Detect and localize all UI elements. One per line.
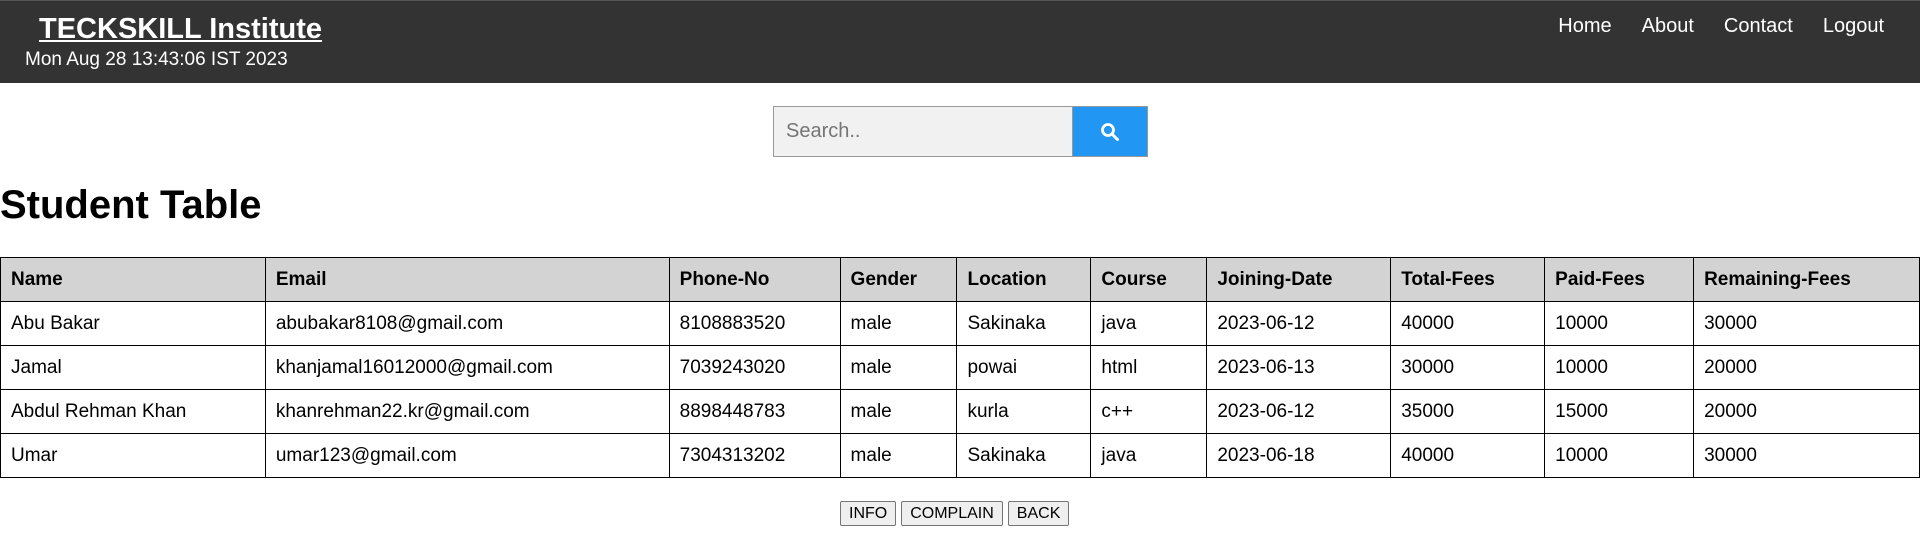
nav-about-link[interactable]: About xyxy=(1642,15,1694,38)
table-cell: male xyxy=(839,301,958,346)
table-cell: 10000 xyxy=(1544,345,1695,390)
table-cell: 20000 xyxy=(1693,345,1920,390)
table-cell: male xyxy=(839,433,958,478)
brand-link[interactable]: TECKSKILL Institute xyxy=(39,13,322,46)
info-button[interactable]: INFO xyxy=(840,501,897,526)
column-header: Joining-Date xyxy=(1206,257,1392,302)
column-header: Name xyxy=(0,257,266,302)
table-cell: 40000 xyxy=(1390,433,1546,478)
search-icon xyxy=(1101,122,1119,141)
table-cell: Umar xyxy=(0,433,266,478)
table-cell: 35000 xyxy=(1390,389,1546,434)
column-header: Location xyxy=(956,257,1092,302)
table-row: Abu Bakar abubakar8108@gmail.com 8108883… xyxy=(0,301,1920,346)
table-cell: Abdul Rehman Khan xyxy=(0,389,266,434)
table-cell: umar123@gmail.com xyxy=(264,433,670,478)
table-cell: 20000 xyxy=(1693,389,1920,434)
table-cell: java xyxy=(1090,301,1208,346)
table-header-row: Name Email Phone-No Gender Location Cour… xyxy=(0,257,1920,302)
column-header: Course xyxy=(1090,257,1208,302)
search-input[interactable] xyxy=(773,106,1073,157)
nav-home-link[interactable]: Home xyxy=(1558,15,1611,38)
table-cell: c++ xyxy=(1090,389,1208,434)
table-cell: male xyxy=(839,389,958,434)
table-cell: 2023-06-12 xyxy=(1206,301,1392,346)
column-header: Gender xyxy=(839,257,958,302)
top-navbar: TECKSKILL Institute Mon Aug 28 13:43:06 … xyxy=(0,0,1920,83)
column-header: Paid-Fees xyxy=(1544,257,1695,302)
table-cell: powai xyxy=(956,345,1092,390)
nav-menu: Home About Contact Logout xyxy=(1528,15,1884,38)
table-cell: Abu Bakar xyxy=(0,301,266,346)
column-header: Total-Fees xyxy=(1390,257,1546,302)
table-cell: 30000 xyxy=(1693,301,1920,346)
table-cell: 10000 xyxy=(1544,301,1695,346)
table-cell: 15000 xyxy=(1544,389,1695,434)
table-row: Umar umar123@gmail.com 7304313202 male S… xyxy=(0,433,1920,478)
action-buttons: INFO COMPLAIN BACK xyxy=(840,501,1070,526)
table-cell: khanjamal16012000@gmail.com xyxy=(264,345,670,390)
nav-contact-link[interactable]: Contact xyxy=(1724,15,1793,38)
table-cell: 2023-06-13 xyxy=(1206,345,1392,390)
search-button[interactable] xyxy=(1073,106,1148,157)
column-header: Phone-No xyxy=(668,257,841,302)
table-cell: abubakar8108@gmail.com xyxy=(264,301,670,346)
back-button[interactable]: BACK xyxy=(1007,501,1070,526)
table-cell: html xyxy=(1090,345,1208,390)
table-cell: 8898448783 xyxy=(668,389,841,434)
complain-button[interactable]: COMPLAIN xyxy=(901,501,1003,526)
table-cell: 2023-06-18 xyxy=(1206,433,1392,478)
table-cell: 10000 xyxy=(1544,433,1695,478)
column-header: Email xyxy=(264,257,670,302)
table-cell: 7039243020 xyxy=(668,345,841,390)
table-cell: Sakinaka xyxy=(956,433,1092,478)
table-cell: 7304313202 xyxy=(668,433,841,478)
column-header: Remaining-Fees xyxy=(1693,257,1920,302)
table-cell: khanrehman22.kr@gmail.com xyxy=(264,389,670,434)
table-row: Abdul Rehman Khan khanrehman22.kr@gmail.… xyxy=(0,389,1920,434)
table-cell: 40000 xyxy=(1390,301,1546,346)
table-cell: 30000 xyxy=(1693,433,1920,478)
table-cell: Sakinaka xyxy=(956,301,1092,346)
table-cell: java xyxy=(1090,433,1208,478)
table-cell: Jamal xyxy=(0,345,266,390)
table-cell: kurla xyxy=(956,389,1092,434)
nav-logout-link[interactable]: Logout xyxy=(1823,15,1884,38)
table-cell: 30000 xyxy=(1390,345,1546,390)
table-cell: 8108883520 xyxy=(668,301,841,346)
page-title: Student Table xyxy=(0,183,262,227)
current-datetime: Mon Aug 28 13:43:06 IST 2023 xyxy=(25,49,288,70)
table-cell: 2023-06-12 xyxy=(1206,389,1392,434)
table-cell: male xyxy=(839,345,958,390)
table-row: Jamal khanjamal16012000@gmail.com 703924… xyxy=(0,345,1920,390)
student-table: Name Email Phone-No Gender Location Cour… xyxy=(0,257,1920,478)
search-bar xyxy=(773,106,1148,157)
